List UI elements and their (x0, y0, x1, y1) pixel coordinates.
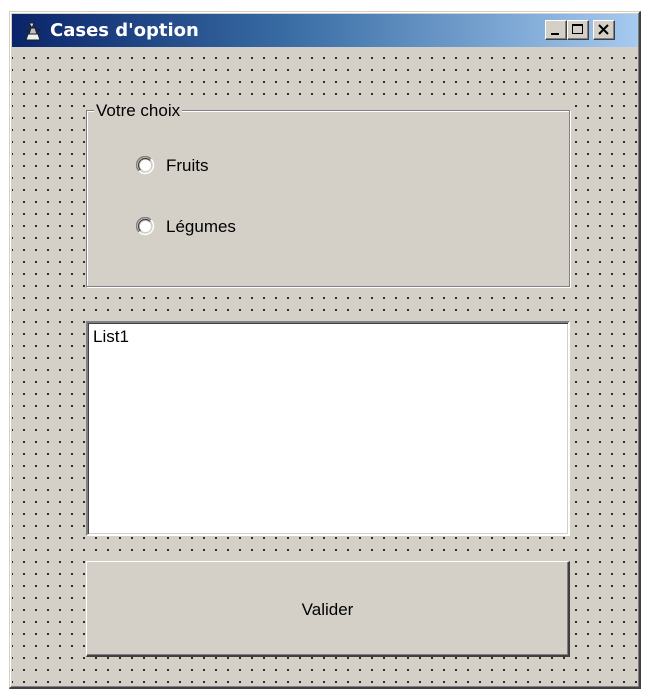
minimize-icon (551, 33, 559, 35)
list-box[interactable]: List1 (86, 321, 570, 536)
app-icon (24, 22, 42, 41)
maximize-button[interactable] (567, 20, 589, 40)
choice-groupbox: Votre choix Fruits Légumes (86, 102, 570, 287)
validate-button-label: Valider (301, 599, 354, 619)
radio-label-fruits: Fruits (166, 156, 209, 175)
list-item[interactable]: List1 (93, 327, 129, 347)
radio-label-legumes: Légumes (166, 217, 236, 236)
design-grid-client-area: Votre choix Fruits Légumes List1 Valider (12, 47, 638, 686)
radio-option-legumes[interactable]: Légumes (136, 215, 236, 239)
close-button[interactable] (593, 20, 615, 40)
groupbox-frame (86, 110, 570, 287)
maximize-icon (572, 24, 583, 34)
close-icon (598, 24, 609, 35)
radio-button-icon[interactable] (136, 217, 156, 237)
minimize-button[interactable] (545, 20, 567, 40)
title-bar[interactable]: Cases d'option (12, 14, 638, 47)
window-title: Cases d'option (50, 20, 199, 41)
validate-button[interactable]: Valider (86, 561, 570, 657)
groupbox-legend: Votre choix (94, 101, 183, 120)
form-window: Cases d'option Votre choix Fruits Légume… (9, 11, 641, 689)
radio-button-icon[interactable] (136, 156, 156, 176)
radio-option-fruits[interactable]: Fruits (136, 154, 209, 178)
